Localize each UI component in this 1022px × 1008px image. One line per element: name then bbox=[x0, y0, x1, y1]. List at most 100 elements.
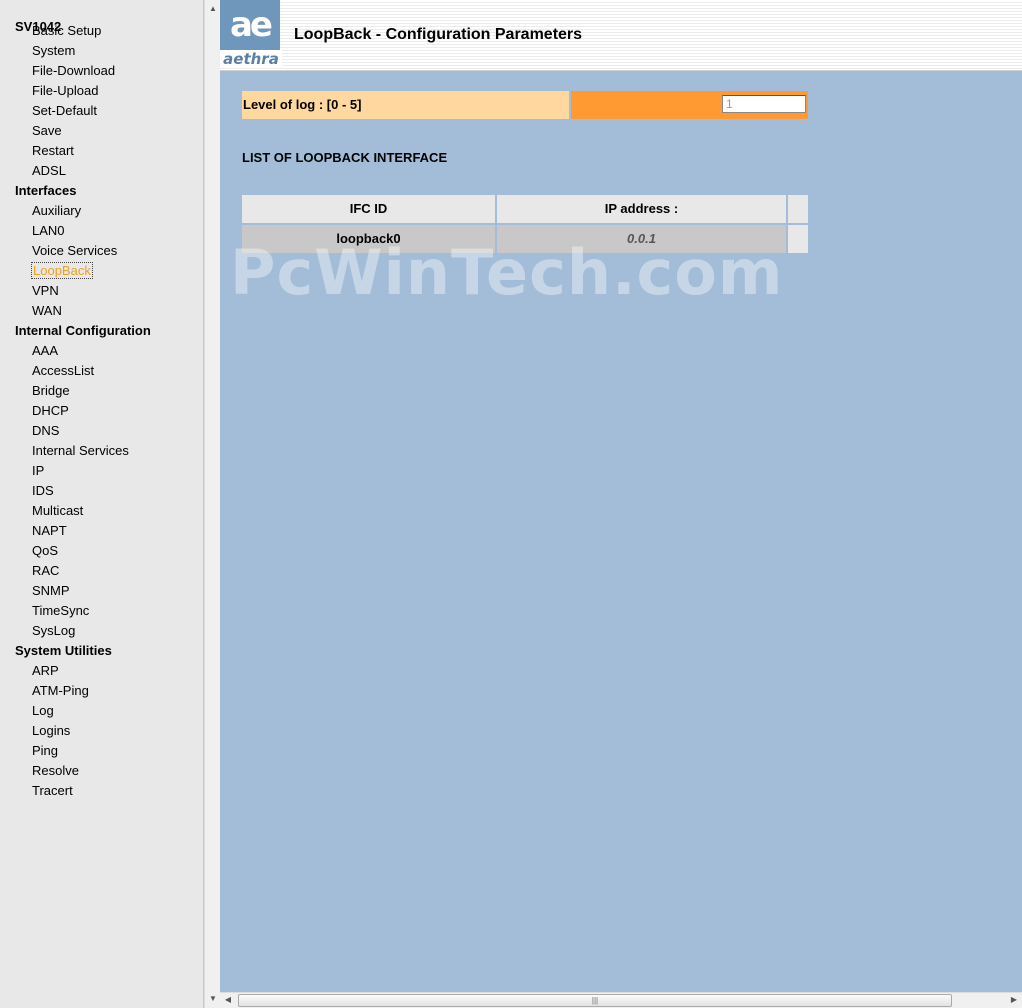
nav-group-internal-configuration: Internal Configuration bbox=[15, 323, 151, 338]
sidebar-item-rac[interactable]: RAC bbox=[0, 561, 204, 581]
sidebar-item-aaa[interactable]: AAA bbox=[0, 341, 204, 361]
scroll-up-arrow-icon[interactable]: ▲ bbox=[205, 4, 221, 13]
sidebar-item-label: Tracert bbox=[32, 783, 73, 798]
sidebar-item-timesync[interactable]: TimeSync bbox=[0, 601, 204, 621]
sidebar-item-dns[interactable]: DNS bbox=[0, 421, 204, 441]
sidebar-item-loopback[interactable]: LoopBack bbox=[0, 261, 204, 281]
row-spacer bbox=[788, 225, 808, 253]
table-header-row: IFC ID IP address : bbox=[242, 195, 808, 223]
ip-address-cell: 0.0.1 bbox=[497, 225, 786, 253]
sidebar-item-set-default[interactable]: Set-Default bbox=[0, 101, 204, 121]
sidebar-item-label: Ping bbox=[32, 743, 59, 758]
ifc-id-cell: loopback0 bbox=[242, 225, 495, 253]
sidebar-item-basic-setup[interactable]: Basic Setup bbox=[0, 21, 204, 41]
sidebar-item-label: IP bbox=[32, 463, 45, 478]
sidebar-item-label: System bbox=[32, 43, 76, 58]
sidebar-item-label: SysLog bbox=[32, 623, 76, 638]
sidebar-item-label: File-Upload bbox=[32, 83, 99, 98]
sidebar-item-label: Internal Services bbox=[32, 443, 129, 458]
sidebar-item-label: DHCP bbox=[32, 403, 69, 418]
sidebar-item-bridge[interactable]: Bridge bbox=[0, 381, 204, 401]
sidebar-item-system[interactable]: System bbox=[0, 41, 204, 61]
sidebar-item-label: Auxiliary bbox=[32, 203, 82, 218]
sidebar-item-label: LoopBack bbox=[31, 262, 93, 279]
log-level-input[interactable] bbox=[722, 95, 806, 113]
main-content-frame: ae aethra LoopBack - Configuration Param… bbox=[220, 0, 1022, 992]
sidebar-item-internal-services[interactable]: Internal Services bbox=[0, 441, 204, 461]
brand-wordmark: aethra bbox=[220, 50, 282, 68]
sidebar-item-label: File-Download bbox=[32, 63, 116, 78]
sidebar-item-label: Logins bbox=[32, 723, 71, 738]
sidebar-item-ping[interactable]: Ping bbox=[0, 741, 204, 761]
sidebar-item-label: AccessList bbox=[32, 363, 95, 378]
column-header-ifc-id: IFC ID bbox=[242, 195, 495, 223]
sidebar-item-napt[interactable]: NAPT bbox=[0, 521, 204, 541]
sidebar-item-label: Basic Setup bbox=[32, 23, 102, 38]
scroll-down-arrow-icon[interactable]: ▼ bbox=[205, 994, 221, 1003]
loopback-list-title: LIST OF LOOPBACK INTERFACE bbox=[242, 150, 448, 165]
sidebar-item-tracert[interactable]: Tracert bbox=[0, 781, 204, 801]
sidebar-item-ids[interactable]: IDS bbox=[0, 481, 204, 501]
sidebar-item-label: ARP bbox=[32, 663, 59, 678]
sidebar-item-dhcp[interactable]: DHCP bbox=[0, 401, 204, 421]
sidebar-item-label: QoS bbox=[32, 543, 59, 558]
sidebar-item-label: WAN bbox=[32, 303, 62, 318]
sidebar-item-vpn[interactable]: VPN bbox=[0, 281, 204, 301]
sidebar-item-syslog[interactable]: SysLog bbox=[0, 621, 204, 641]
sidebar-item-file-upload[interactable]: File-Upload bbox=[0, 81, 204, 101]
sidebar-item-arp[interactable]: ARP bbox=[0, 661, 204, 681]
sidebar-item-voice-services[interactable]: Voice Services bbox=[0, 241, 204, 261]
navigation-frame: SV1042 Basic Setup System File-Download Fil… bbox=[0, 0, 204, 1008]
sidebar-item-snmp[interactable]: SNMP bbox=[0, 581, 204, 601]
sidebar-item-label: Bridge bbox=[32, 383, 70, 398]
scrollbar-thumb[interactable]: ||| bbox=[238, 994, 952, 1007]
sidebar-item-label: Set-Default bbox=[32, 103, 98, 118]
nav-group-interfaces: Interfaces bbox=[15, 183, 77, 198]
sidebar-item-label: TimeSync bbox=[32, 603, 90, 618]
sidebar-item-label: LAN0 bbox=[32, 223, 65, 238]
sidebar-item-log[interactable]: Log bbox=[0, 701, 204, 721]
log-level-row: Level of log : [0 - 5] bbox=[242, 91, 808, 119]
horizontal-scrollbar[interactable]: ◀ ||| ▶ bbox=[220, 992, 1022, 1008]
sidebar-item-label: IDS bbox=[32, 483, 54, 498]
page-title: LoopBack - Configuration Parameters bbox=[294, 26, 583, 43]
sidebar-item-label: Restart bbox=[32, 143, 74, 158]
scroll-right-arrow-icon[interactable]: ▶ bbox=[1006, 995, 1022, 1004]
sidebar-item-label: Log bbox=[32, 703, 54, 718]
sidebar-item-logins[interactable]: Logins bbox=[0, 721, 204, 741]
sidebar-item-label: Save bbox=[32, 123, 62, 138]
sidebar-item-multicast[interactable]: Multicast bbox=[0, 501, 204, 521]
sidebar-item-accesslist[interactable]: AccessList bbox=[0, 361, 204, 381]
page-header: ae aethra LoopBack - Configuration Param… bbox=[220, 0, 1022, 71]
column-header-spacer bbox=[788, 195, 808, 223]
sidebar-item-atm-ping[interactable]: ATM-Ping bbox=[0, 681, 204, 701]
sidebar-item-restart[interactable]: Restart bbox=[0, 141, 204, 161]
sidebar-item-label: AAA bbox=[32, 343, 59, 358]
sidebar-item-save[interactable]: Save bbox=[0, 121, 204, 141]
table-row: loopback0 0.0.1 bbox=[242, 225, 808, 253]
sidebar-item-label: Resolve bbox=[32, 763, 79, 778]
sidebar-item-label: NAPT bbox=[32, 523, 67, 538]
sidebar-item-label: ATM-Ping bbox=[32, 683, 89, 698]
sidebar-item-label: DNS bbox=[32, 423, 60, 438]
sidebar-item-ip[interactable]: IP bbox=[0, 461, 204, 481]
log-level-value-cell bbox=[571, 91, 808, 119]
column-header-ip-address: IP address : bbox=[497, 195, 786, 223]
sidebar-item-wan[interactable]: WAN bbox=[0, 301, 204, 321]
sidebar-item-resolve[interactable]: Resolve bbox=[0, 761, 204, 781]
sidebar-item-label: Multicast bbox=[32, 503, 84, 518]
sidebar-item-file-download[interactable]: File-Download bbox=[0, 61, 204, 81]
scroll-left-arrow-icon[interactable]: ◀ bbox=[220, 995, 236, 1004]
aethra-logo-icon: ae bbox=[220, 0, 280, 50]
sidebar-item-label: ADSL bbox=[32, 163, 66, 178]
sidebar-item-auxiliary[interactable]: Auxiliary bbox=[0, 201, 204, 221]
navigation-menu: Basic Setup System File-Download File-Uploa… bbox=[0, 21, 204, 801]
sidebar-item-label: Voice Services bbox=[32, 243, 118, 258]
nav-vertical-scrollbar[interactable]: ▲ ▼ bbox=[204, 0, 220, 1008]
sidebar-item-label: SNMP bbox=[32, 583, 70, 598]
sidebar-item-lan0[interactable]: LAN0 bbox=[0, 221, 204, 241]
sidebar-item-label: VPN bbox=[32, 283, 59, 298]
sidebar-item-qos[interactable]: QoS bbox=[0, 541, 204, 561]
sidebar-item-adsl[interactable]: ADSL bbox=[0, 161, 204, 181]
nav-group-system-utilities: System Utilities bbox=[15, 643, 112, 658]
